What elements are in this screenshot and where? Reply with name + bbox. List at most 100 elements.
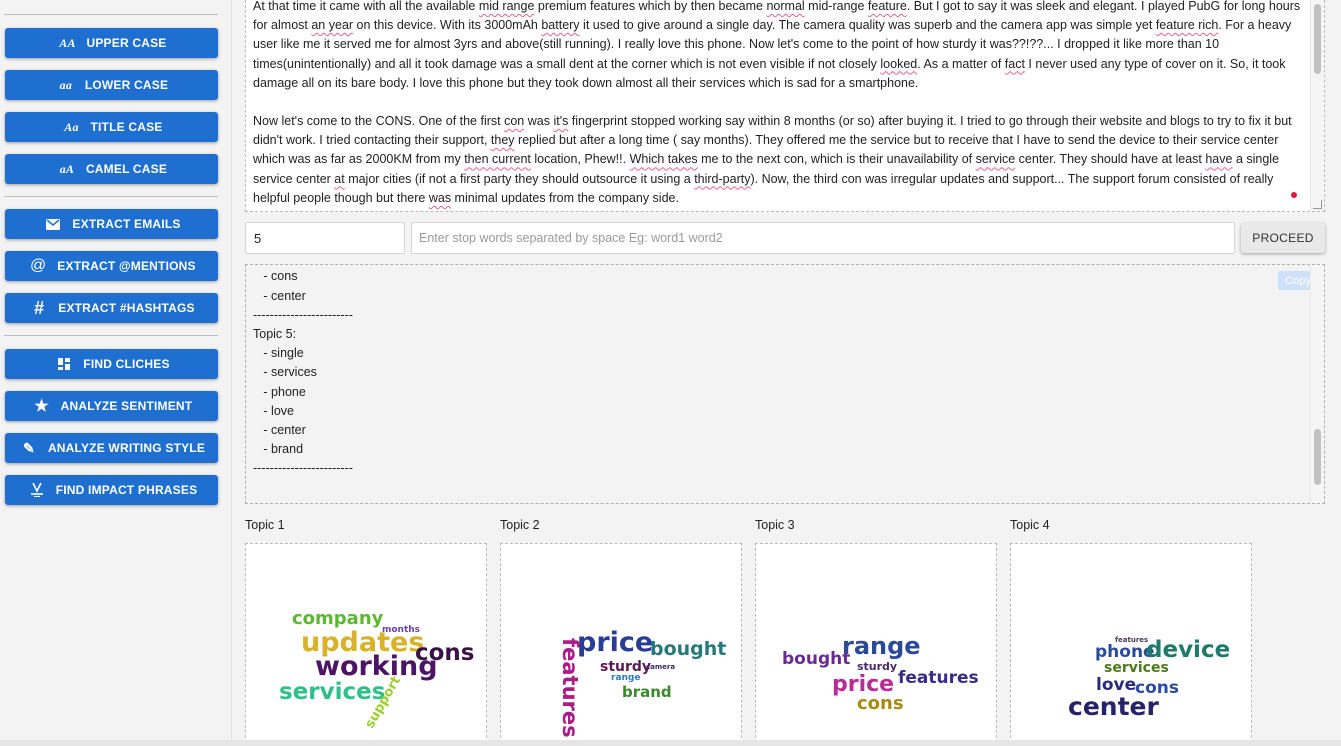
cloud-word: bought [782, 649, 850, 669]
upper-case-label: UPPER CASE [86, 36, 167, 50]
sidebar-divider [4, 14, 218, 15]
lower-case-label: LOWER CASE [84, 78, 169, 92]
extract-hashtags-button[interactable]: # EXTRACT #HASHTAGS [5, 293, 218, 323]
output-line: - love [253, 404, 294, 418]
misspelled-word[interactable]: feature rich [1156, 18, 1219, 32]
misspelled-word[interactable]: they [491, 133, 515, 147]
output-scrollbar[interactable] [1310, 265, 1324, 503]
misspelled-word[interactable]: then current [464, 152, 531, 166]
envelope-icon [42, 218, 64, 230]
cloud-word: price [577, 627, 653, 658]
cloud-word: services [279, 679, 385, 705]
find-impact-phrases-label: FIND IMPACT PHRASES [55, 483, 198, 497]
misspelled-word[interactable]: fact [1005, 57, 1025, 71]
cloud-word: services [1104, 660, 1169, 676]
output-line: - services [253, 365, 317, 379]
spellcheck-indicator [1291, 192, 1297, 198]
pencil-icon: ✎ [22, 439, 35, 456]
topic-count-input[interactable] [245, 222, 405, 254]
cloud-word: center [1068, 692, 1159, 721]
misspelled-word[interactable]: have [1205, 152, 1232, 166]
at-icon: @ [30, 257, 47, 274]
misspelled-word[interactable]: feature [868, 0, 907, 13]
topic-3-wordcloud-svg: range bought sturdy price features cons [782, 632, 979, 714]
topic-1-wordcloud-svg: company months updates cons working serv… [279, 608, 475, 731]
topic-2-wordcloud: price bought features sturdy camera rang… [500, 543, 742, 746]
lower-case-button[interactable]: aa LOWER CASE [5, 70, 218, 100]
topic-2-wordcloud-svg: price bought features sturdy camera rang… [558, 627, 726, 738]
output-separator: ------------------------ [253, 308, 353, 322]
output-line: - brand [253, 442, 304, 456]
output-separator: ------------------------ [253, 461, 353, 475]
analyze-writing-style-button[interactable]: ✎ ANALYZE WRITING STYLE [5, 433, 218, 463]
camel-case-button[interactable]: aA CAMEL CASE [5, 154, 218, 184]
misspelled-word[interactable]: con [504, 114, 524, 128]
misspelled-word[interactable]: battery [541, 18, 579, 32]
cloud-word: bought [650, 638, 726, 660]
app-root: AA UPPER CASE aa LOWER CASE Aa TITLE CAS… [0, 0, 1341, 746]
misspelled-word[interactable]: service [976, 152, 1016, 166]
title-case-icon: Aa [64, 119, 79, 134]
output-line: - phone [253, 385, 306, 399]
extract-hashtags-label: EXTRACT #HASHTAGS [58, 301, 195, 315]
cloud-word: brand [622, 683, 672, 701]
sidebar-divider [4, 196, 218, 197]
output-line: - center [253, 289, 306, 303]
editor-paragraph-1: At that time it came with all the availa… [253, 0, 1301, 90]
topic-1-label: Topic 1 [245, 518, 285, 532]
analyze-writing-style-label: ANALYZE WRITING STYLE [47, 441, 206, 455]
editor-paragraph-2: Now let's come to the CONS. One of the f… [253, 114, 1292, 205]
analyze-sentiment-label: ANALYZE SENTIMENT [60, 399, 193, 413]
topic-3-label: Topic 3 [755, 518, 795, 532]
misspelled-word[interactable]: third-party [694, 172, 750, 186]
extract-mentions-label: EXTRACT @MENTIONS [57, 259, 196, 273]
editor-scrollbar[interactable] [1310, 0, 1324, 211]
misspelled-word[interactable]: looked [880, 57, 917, 71]
cloud-word: features [558, 638, 582, 738]
cloud-word: company [292, 608, 384, 629]
sidebar: AA UPPER CASE aa LOWER CASE Aa TITLE CAS… [0, 0, 232, 746]
cloud-word: camera [646, 663, 675, 671]
extract-emails-button[interactable]: EXTRACT EMAILS [5, 209, 218, 239]
output-line: - cons [253, 269, 298, 283]
editor-resize-handle[interactable] [1313, 200, 1322, 209]
upper-case-icon: AA [59, 35, 76, 50]
misspelled-word[interactable]: Which takes [630, 152, 698, 166]
output-panel: - cons - center ------------------------… [245, 264, 1325, 504]
hash-icon: # [34, 297, 45, 318]
topic-1-wordcloud: company months updates cons working serv… [245, 543, 487, 746]
find-cliches-label: FIND CLICHES [83, 357, 170, 371]
editor-scrollbar-thumb[interactable] [1314, 4, 1321, 74]
upper-case-button[interactable]: AA UPPER CASE [5, 28, 218, 58]
cloud-word: range [842, 632, 921, 660]
output-topic-heading: Topic 5: [253, 327, 297, 341]
output-scrollbar-thumb[interactable] [1314, 429, 1321, 485]
cloud-word: features [898, 668, 979, 688]
dashboard-icon [53, 358, 75, 370]
topic-2-label: Topic 2 [500, 518, 540, 532]
cloud-word: range [611, 673, 640, 683]
misspelled-word[interactable]: mid range [479, 0, 535, 13]
misspelled-word[interactable]: it's [553, 114, 568, 128]
star-icon: ★ [34, 398, 49, 415]
topic-4-label: Topic 4 [1010, 518, 1050, 532]
impact-icon [26, 483, 48, 497]
misspelled-word[interactable]: normal [766, 0, 804, 13]
sidebar-divider [4, 335, 218, 336]
lower-case-icon: aa [59, 77, 73, 92]
misspelled-word[interactable]: was [429, 191, 451, 205]
misspelled-word[interactable]: at [334, 172, 344, 186]
title-case-button[interactable]: Aa TITLE CASE [5, 112, 218, 142]
cloud-word: cons [857, 693, 904, 714]
find-cliches-button[interactable]: FIND CLICHES [5, 349, 218, 379]
analyze-sentiment-button[interactable]: ★ ANALYZE SENTIMENT [5, 391, 218, 421]
camel-case-label: CAMEL CASE [85, 162, 168, 176]
extract-mentions-button[interactable]: @ EXTRACT @MENTIONS [5, 251, 218, 281]
misspelled-word[interactable]: an year [311, 18, 353, 32]
camel-case-icon: aA [59, 161, 75, 176]
proceed-button[interactable]: PROCEED [1241, 223, 1325, 253]
text-editor[interactable]: At that time it came with all the availa… [245, 0, 1325, 212]
bottom-scrollbar[interactable] [0, 740, 1341, 746]
stopwords-input[interactable] [411, 222, 1235, 254]
find-impact-phrases-button[interactable]: FIND IMPACT PHRASES [5, 475, 218, 505]
